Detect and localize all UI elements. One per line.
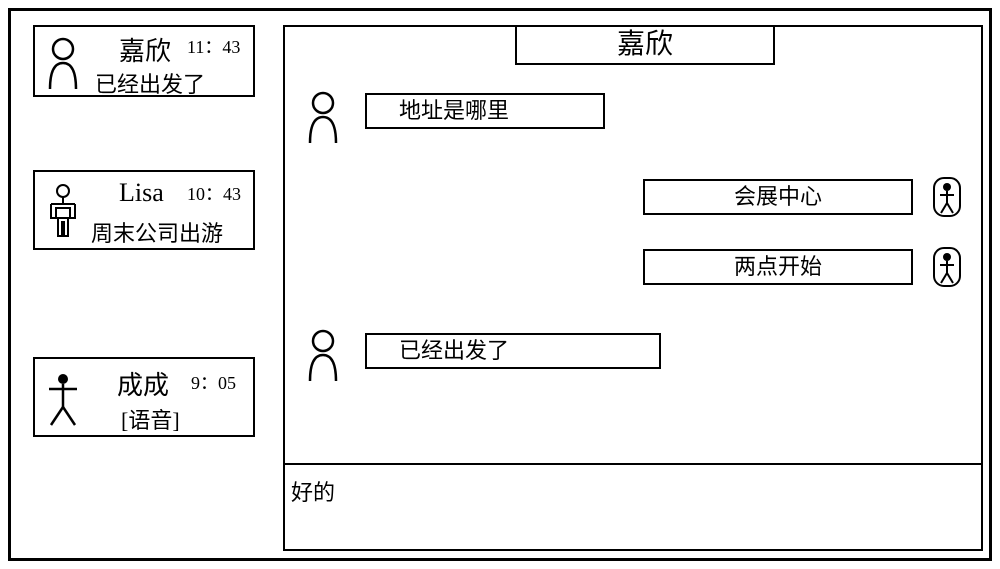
me-avatar-icon <box>933 247 961 287</box>
conversation-item[interactable]: Lisa 10：43 周末公司出游 <box>33 170 255 250</box>
chat-title: 嘉欣 <box>515 25 775 65</box>
message-bubble-incoming[interactable]: 已经出发了 <box>365 333 661 369</box>
input-divider <box>285 463 981 465</box>
stick-person-icon <box>43 371 83 427</box>
conversation-time: 11：43 <box>187 33 240 59</box>
person-icon <box>303 89 343 145</box>
outline-person-icon <box>43 182 83 238</box>
app-frame: 嘉欣 11：43 已经出发了 Lisa 10：43 周末公司出游 成成 9：05… <box>8 8 992 561</box>
conversation-preview: 周末公司出游 <box>91 216 223 248</box>
message-bubble-outgoing[interactable]: 两点开始 <box>643 249 913 285</box>
chat-panel: 嘉欣 地址是哪里 会展中心 两点开始 <box>283 25 983 551</box>
conversation-item[interactable]: 嘉欣 11：43 已经出发了 <box>33 25 255 97</box>
conversation-time: 10：43 <box>187 180 241 206</box>
message-bubble-outgoing[interactable]: 会展中心 <box>643 179 913 215</box>
conversation-preview: [语音] <box>121 403 180 435</box>
conversation-preview: 已经出发了 <box>95 67 205 99</box>
person-icon <box>43 35 83 91</box>
person-icon <box>303 327 343 383</box>
me-avatar-icon <box>933 177 961 217</box>
message-input[interactable]: 好的 <box>291 475 335 507</box>
conversation-name: Lisa <box>119 178 164 208</box>
message-bubble-incoming[interactable]: 地址是哪里 <box>365 93 605 129</box>
conversation-item[interactable]: 成成 9：05 [语音] <box>33 357 255 437</box>
conversation-name: 嘉欣 <box>119 31 171 68</box>
conversation-time: 9：05 <box>191 369 236 395</box>
conversation-name: 成成 <box>117 365 169 402</box>
